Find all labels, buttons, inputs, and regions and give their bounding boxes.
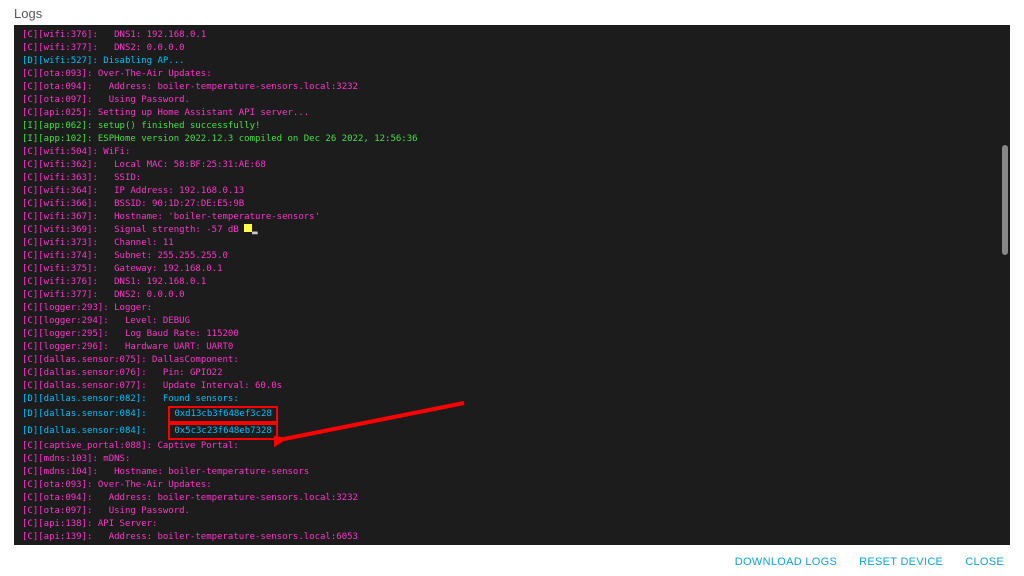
reset-device-button[interactable]: RESET DEVICE <box>859 556 943 568</box>
log-line: [C][wifi:377]: DNS2: 0.0.0.0 <box>22 289 1002 302</box>
log-line: [I][app:062]: setup() finished successfu… <box>22 120 1002 133</box>
log-line: [C][ota:094]: Address: boiler-temperatur… <box>22 81 1002 94</box>
log-line: [C][wifi:362]: Local MAC: 58:BF:25:31:AE… <box>22 159 1002 172</box>
log-line: [C][wifi:369]: Signal strength: -57 dB ▂ <box>22 224 1002 237</box>
terminal-container: [C][wifi:376]: DNS1: 192.168.0.1[C][wifi… <box>14 25 1010 545</box>
log-line: [C][dallas.sensor:077]: Update Interval:… <box>22 380 1002 393</box>
log-line: [C][wifi:376]: DNS1: 192.168.0.1 <box>22 276 1002 289</box>
log-line: [C][ota:093]: Over-The-Air Updates: <box>22 68 1002 81</box>
log-line: [C][wifi:366]: BSSID: 90:1D:27:DE:E5:9B <box>22 198 1002 211</box>
log-line: [D][dallas.sensor:084]: 0xd13cb3f648ef3c… <box>22 406 1002 423</box>
log-line: [D][wifi:527]: Disabling AP... <box>22 55 1002 68</box>
log-line: [C][wifi:377]: DNS2: 0.0.0.0 <box>22 42 1002 55</box>
log-line: [C][wifi:364]: IP Address: 192.168.0.13 <box>22 185 1002 198</box>
log-line: [C][dallas.sensor:075]: DallasComponent: <box>22 354 1002 367</box>
log-line: [C][captive_portal:088]: Captive Portal: <box>22 440 1002 453</box>
close-button[interactable]: CLOSE <box>965 556 1004 568</box>
page-title: Logs <box>0 0 1024 25</box>
log-line: [C][wifi:375]: Gateway: 192.168.0.1 <box>22 263 1002 276</box>
footer-actions: DOWNLOAD LOGS RESET DEVICE CLOSE <box>735 556 1004 568</box>
log-line: [C][wifi:504]: WiFi: <box>22 146 1002 159</box>
log-line: [C][api:025]: Setting up Home Assistant … <box>22 107 1002 120</box>
scrollbar-thumb[interactable] <box>1002 145 1008 255</box>
log-line: [C][wifi:373]: Channel: 11 <box>22 237 1002 250</box>
log-line: [C][wifi:374]: Subnet: 255.255.255.0 <box>22 250 1002 263</box>
log-line: [C][mdns:104]: Hostname: boiler-temperat… <box>22 466 1002 479</box>
log-line: [C][logger:293]: Logger: <box>22 302 1002 315</box>
log-line: [C][api:138]: API Server: <box>22 518 1002 531</box>
log-line: [C][wifi:376]: DNS1: 192.168.0.1 <box>22 29 1002 42</box>
log-line: [C][mdns:103]: mDNS: <box>22 453 1002 466</box>
log-line: [C][ota:093]: Over-The-Air Updates: <box>22 479 1002 492</box>
log-line: [C][logger:294]: Level: DEBUG <box>22 315 1002 328</box>
log-line: [C][ota:097]: Using Password. <box>22 94 1002 107</box>
log-line: [I][app:102]: ESPHome version 2022.12.3 … <box>22 133 1002 146</box>
log-line: [C][api:141]: Using noise encryption: YE… <box>22 544 1002 545</box>
log-line: [C][logger:296]: Hardware UART: UART0 <box>22 341 1002 354</box>
log-line: [C][ota:094]: Address: boiler-temperatur… <box>22 492 1002 505</box>
log-line: [D][dallas.sensor:082]: Found sensors: <box>22 393 1002 406</box>
log-line: [C][wifi:367]: Hostname: 'boiler-tempera… <box>22 211 1002 224</box>
log-line: [C][api:139]: Address: boiler-temperatur… <box>22 531 1002 544</box>
log-line: [C][dallas.sensor:076]: Pin: GPIO22 <box>22 367 1002 380</box>
log-line: [C][ota:097]: Using Password. <box>22 505 1002 518</box>
log-line: [C][wifi:363]: SSID: <box>22 172 1002 185</box>
download-logs-button[interactable]: DOWNLOAD LOGS <box>735 556 837 568</box>
log-terminal[interactable]: [C][wifi:376]: DNS1: 192.168.0.1[C][wifi… <box>14 25 1010 545</box>
log-line: [C][logger:295]: Log Baud Rate: 115200 <box>22 328 1002 341</box>
log-line: [D][dallas.sensor:084]: 0x5c3c23f648eb73… <box>22 423 1002 440</box>
